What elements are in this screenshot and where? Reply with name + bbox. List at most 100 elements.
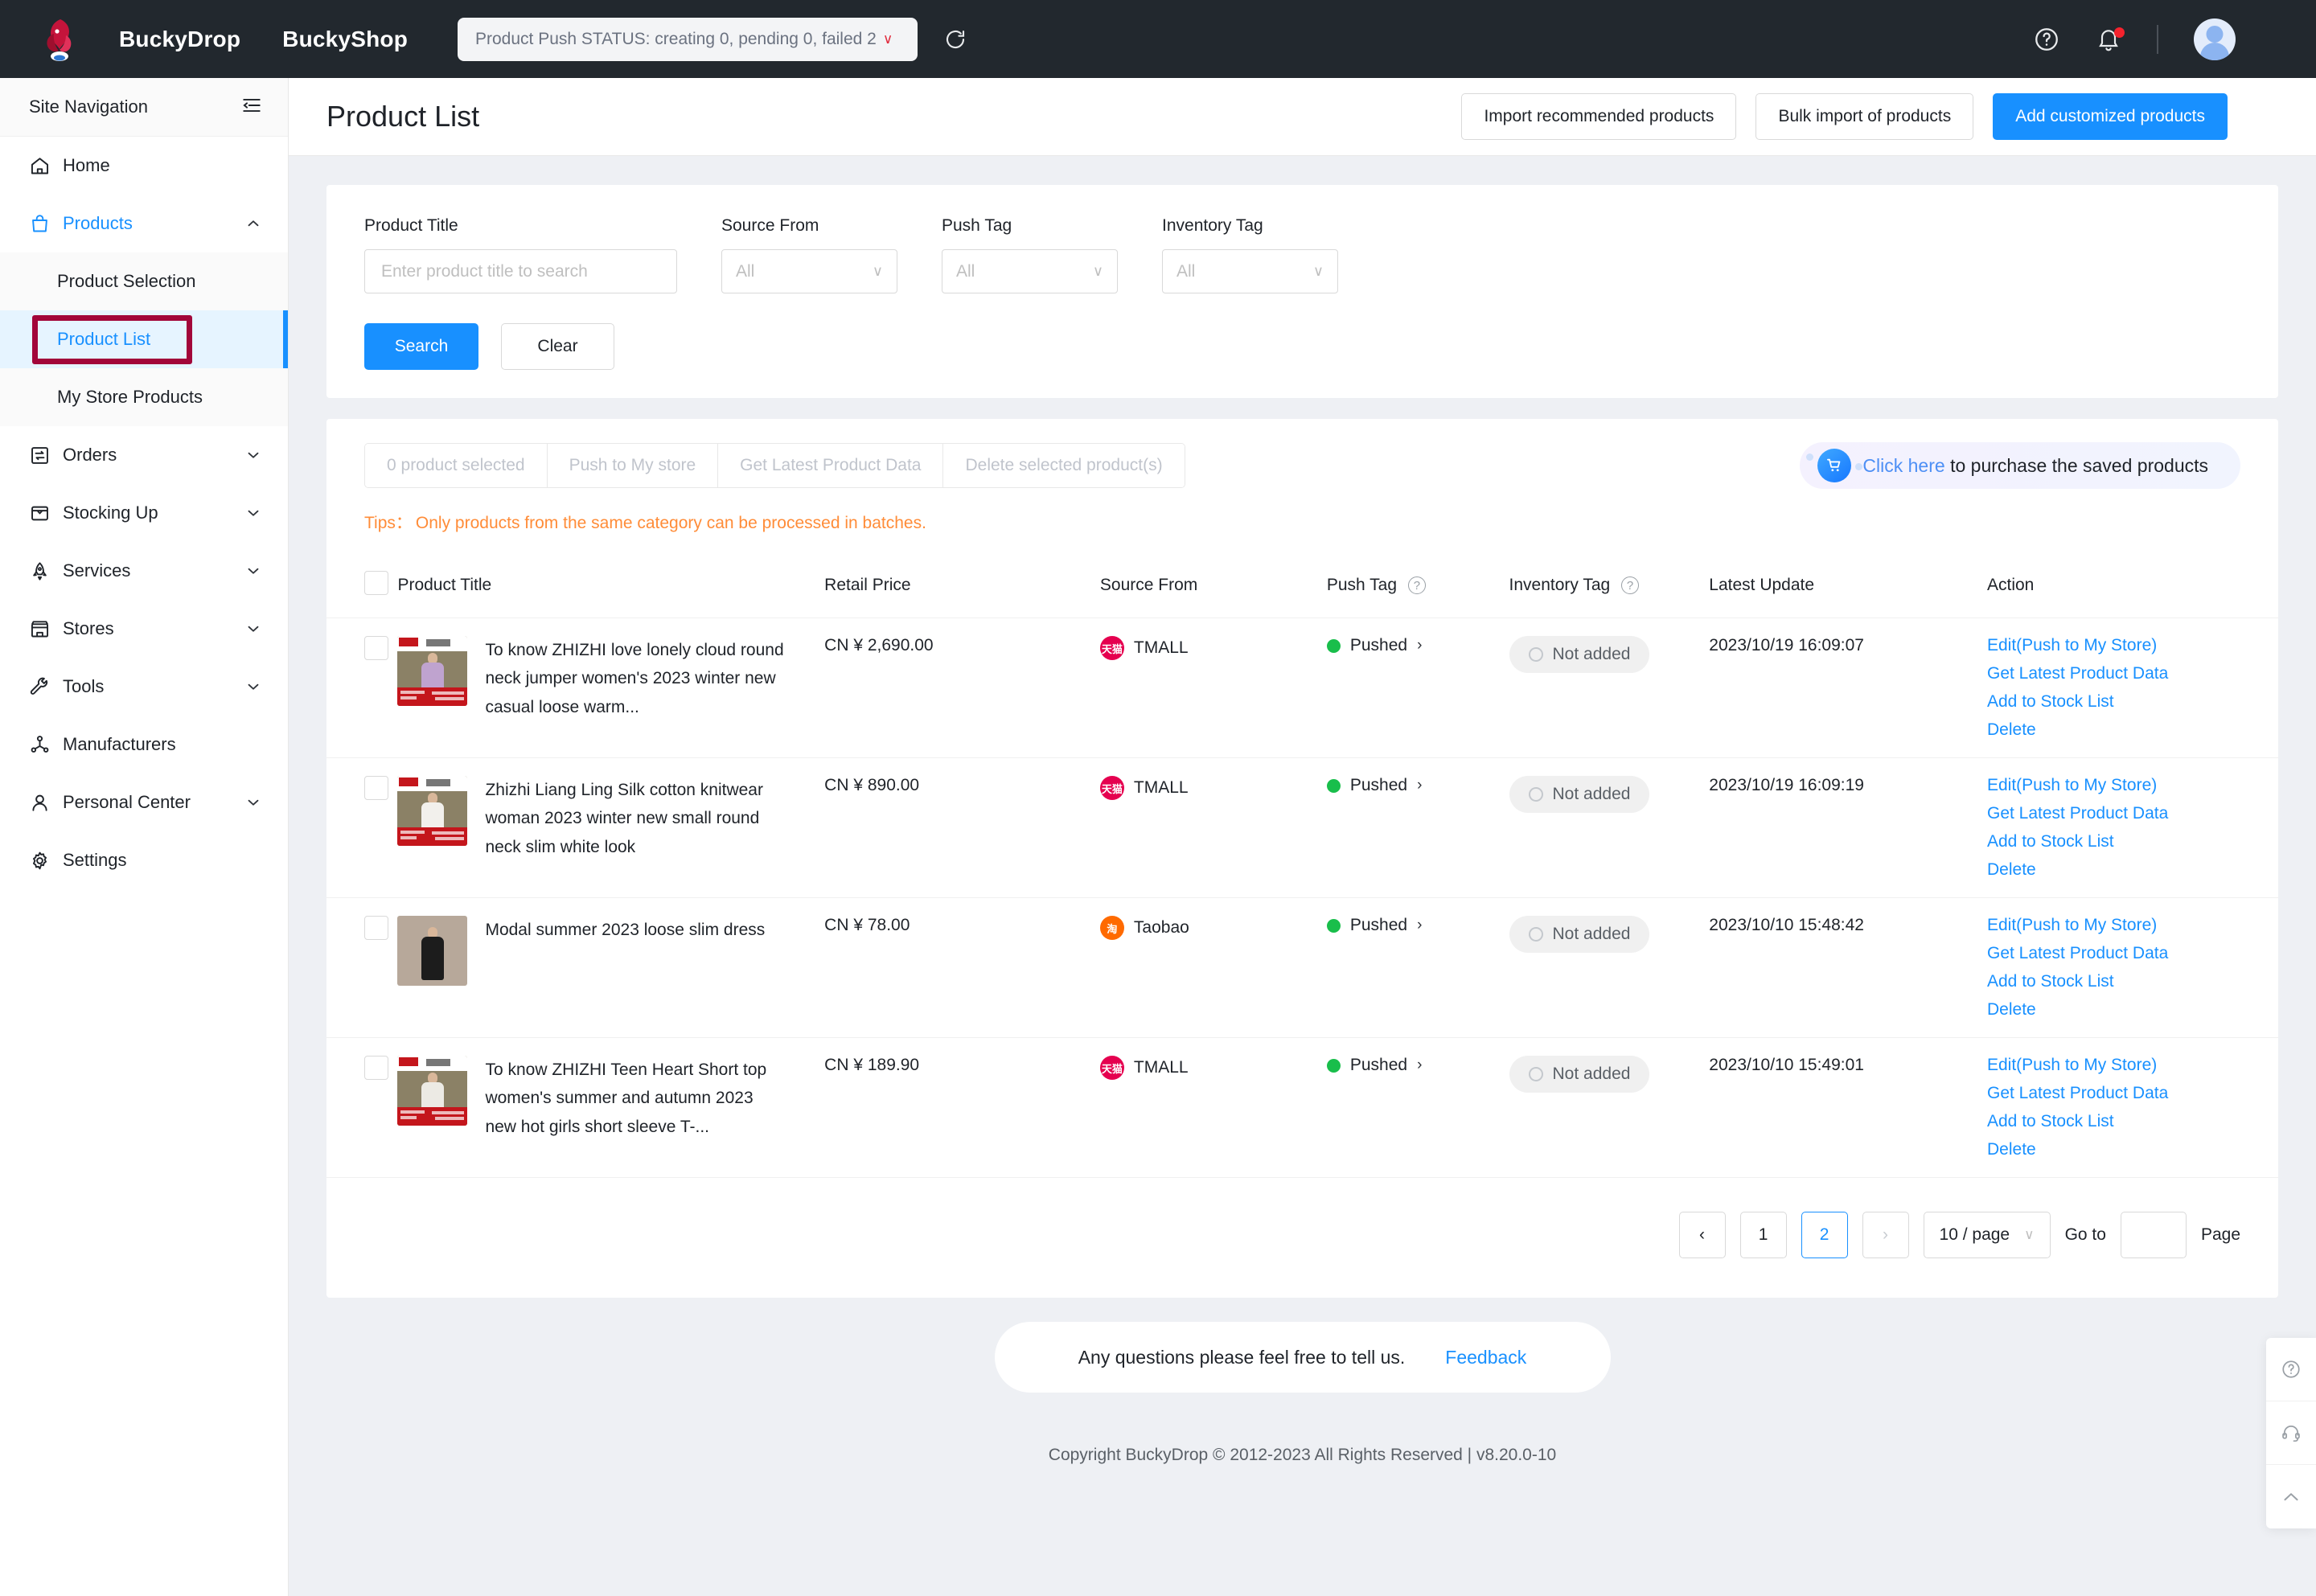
product-title-text[interactable]: To know ZHIZHI love lonely cloud round n… <box>485 636 787 721</box>
select-all-checkbox[interactable] <box>364 571 388 595</box>
sidebar-item-products[interactable]: Products <box>0 195 288 252</box>
headset-icon[interactable] <box>2266 1401 2316 1465</box>
pagination-prev-button[interactable]: ‹ <box>1678 1212 1726 1258</box>
pagination-page-1[interactable]: 1 <box>1739 1212 1787 1258</box>
goto-page-input[interactable] <box>2120 1212 2187 1258</box>
page-size-select[interactable]: 10 / page ∨ <box>1923 1212 2051 1258</box>
add-to-stock-list-link[interactable]: Add to Stock List <box>1987 972 2278 991</box>
logo-container[interactable] <box>0 16 119 63</box>
cell-source-from: 淘 Taobao <box>1099 897 1327 1038</box>
brand-buckyshop[interactable]: BuckyShop <box>282 27 408 52</box>
sidebar-item-services[interactable]: Services <box>0 542 288 600</box>
network-icon <box>29 734 63 756</box>
inventory-status-badge[interactable]: Not added <box>1509 636 1650 673</box>
purchase-saved-products-banner[interactable]: Click here to purchase the saved product… <box>1800 442 2240 489</box>
inventory-tag-select[interactable]: All ∨ <box>1162 249 1338 293</box>
sidebar-item-product-list[interactable]: Product List <box>0 310 288 368</box>
product-title-text[interactable]: Zhizhi Liang Ling Silk cotton knitwear w… <box>485 776 787 861</box>
feedback-link[interactable]: Feedback <box>1445 1347 1526 1368</box>
product-thumbnail[interactable] <box>397 916 468 986</box>
product-push-status[interactable]: Product Push STATUS: creating 0, pending… <box>458 17 918 61</box>
help-circle-icon[interactable] <box>2266 1338 2316 1401</box>
delete-selected-products-button[interactable]: Delete selected product(s) <box>943 444 1185 487</box>
chevron-right-icon: › <box>1417 777 1423 794</box>
sidebar-item-stores[interactable]: Stores <box>0 600 288 658</box>
avatar[interactable] <box>2194 18 2236 60</box>
get-latest-product-data-link[interactable]: Get Latest Product Data <box>1987 664 2278 683</box>
edit-push-to-my-store-link[interactable]: Edit(Push to My Store) <box>1987 916 2278 935</box>
sidebar-item-settings[interactable]: Settings <box>0 831 288 889</box>
sidebar-subitem-label: Product Selection <box>57 271 196 291</box>
sidebar-item-home[interactable]: Home <box>0 137 288 195</box>
page-size-value: 10 / page <box>1939 1225 2010 1244</box>
bell-icon[interactable] <box>2096 27 2125 52</box>
chevron-down-icon: ∨ <box>1092 263 1103 279</box>
pagination-next-button[interactable]: › <box>1862 1212 1909 1258</box>
push-tag-select[interactable]: All ∨ <box>942 249 1118 293</box>
back-to-top-icon[interactable] <box>2266 1465 2316 1528</box>
brand-buckydrop[interactable]: BuckyDrop <box>119 27 240 52</box>
sidebar-item-tools[interactable]: Tools <box>0 658 288 716</box>
click-here-link[interactable]: Click here <box>1862 455 1944 476</box>
get-latest-product-data-link[interactable]: Get Latest Product Data <box>1987 1084 2278 1103</box>
search-button[interactable]: Search <box>364 323 478 370</box>
collapse-sidebar-icon[interactable] <box>241 95 262 120</box>
circle-icon <box>1528 927 1543 942</box>
delete-link[interactable]: Delete <box>1987 1140 2278 1159</box>
row-checkbox[interactable] <box>364 776 388 800</box>
cell-retail-price: CN ¥ 189.90 <box>824 1037 1100 1178</box>
product-title-text[interactable]: Modal summer 2023 loose slim dress <box>485 916 765 986</box>
add-to-stock-list-link[interactable]: Add to Stock List <box>1987 692 2278 712</box>
import-recommended-products-button[interactable]: Import recommended products <box>1461 93 1737 140</box>
product-thumbnail[interactable] <box>397 1056 468 1126</box>
push-tag-value[interactable]: Pushed › <box>1326 916 1509 935</box>
sidebar-item-product-selection[interactable]: Product Selection <box>0 252 288 310</box>
product-title-text[interactable]: To know ZHIZHI Teen Heart Short top wome… <box>485 1056 787 1141</box>
inventory-status-badge[interactable]: Not added <box>1509 776 1650 813</box>
product-thumbnail[interactable] <box>397 636 468 706</box>
question-circle-icon[interactable]: ? <box>1621 576 1640 595</box>
search-input[interactable]: Enter product title to search <box>364 249 677 293</box>
delete-link[interactable]: Delete <box>1987 1000 2278 1020</box>
row-checkbox[interactable] <box>364 1056 388 1080</box>
bulk-import-of-products-button[interactable]: Bulk import of products <box>1755 93 1974 140</box>
clear-button[interactable]: Clear <box>501 323 614 370</box>
th-inventory-tag: Inventory Tag ? <box>1509 553 1710 618</box>
feedback-text: Any questions please feel free to tell u… <box>1078 1346 1406 1368</box>
source-from-select[interactable]: All ∨ <box>721 249 897 293</box>
edit-push-to-my-store-link[interactable]: Edit(Push to My Store) <box>1987 636 2278 655</box>
sidebar-item-personal-center[interactable]: Personal Center <box>0 773 288 831</box>
push-tag-value[interactable]: Pushed › <box>1326 776 1509 795</box>
get-latest-product-data-button[interactable]: Get Latest Product Data <box>718 444 944 487</box>
push-tag-text: Pushed <box>1349 776 1408 794</box>
sidebar-item-manufacturers[interactable]: Manufacturers <box>0 716 288 773</box>
add-to-stock-list-link[interactable]: Add to Stock List <box>1987 1112 2278 1131</box>
inventory-status-badge[interactable]: Not added <box>1509 1056 1650 1093</box>
sidebar-item-stocking-up[interactable]: Stocking Up <box>0 484 288 542</box>
wrench-icon <box>29 676 63 698</box>
row-checkbox[interactable] <box>364 636 388 660</box>
refresh-icon[interactable] <box>943 27 967 51</box>
th-source-from: Source From <box>1099 553 1327 618</box>
get-latest-product-data-link[interactable]: Get Latest Product Data <box>1987 944 2278 963</box>
pagination-page-2[interactable]: 2 <box>1801 1212 1848 1258</box>
add-to-stock-list-link[interactable]: Add to Stock List <box>1987 832 2278 851</box>
sidebar-item-orders[interactable]: Orders <box>0 426 288 484</box>
push-tag-value[interactable]: Pushed › <box>1326 1056 1509 1075</box>
help-circle-icon[interactable] <box>2033 26 2060 53</box>
delete-link[interactable]: Delete <box>1987 860 2278 880</box>
push-to-my-store-button[interactable]: Push to My store <box>547 444 719 487</box>
get-latest-product-data-link[interactable]: Get Latest Product Data <box>1987 804 2278 823</box>
product-thumbnail[interactable] <box>397 776 468 846</box>
push-tag-value[interactable]: Pushed › <box>1326 636 1509 655</box>
delete-link[interactable]: Delete <box>1987 720 2278 740</box>
edit-push-to-my-store-link[interactable]: Edit(Push to My Store) <box>1987 776 2278 795</box>
inventory-status-badge[interactable]: Not added <box>1509 916 1650 953</box>
edit-push-to-my-store-link[interactable]: Edit(Push to My Store) <box>1987 1056 2278 1075</box>
sidebar: Site Navigation Home Products Product Se… <box>0 78 289 1596</box>
status-dot-icon <box>1326 1058 1341 1073</box>
row-checkbox[interactable] <box>364 916 388 940</box>
add-customized-products-button[interactable]: Add customized products <box>1993 93 2228 140</box>
sidebar-item-my-store-products[interactable]: My Store Products <box>0 368 288 426</box>
question-circle-icon[interactable]: ? <box>1407 576 1426 595</box>
